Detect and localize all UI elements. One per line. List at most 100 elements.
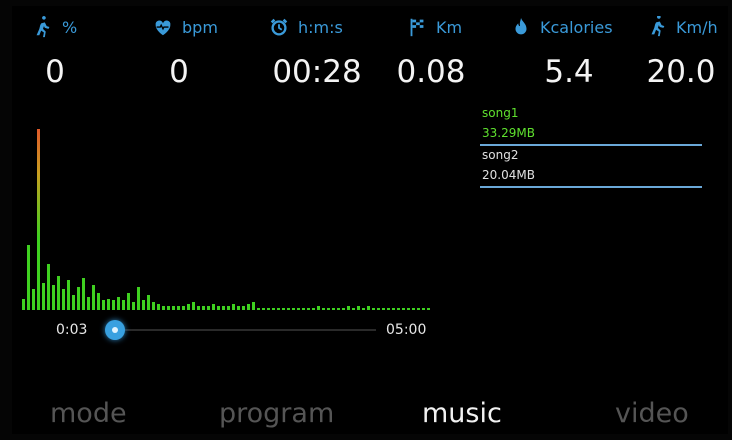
- spectrum-bar: [402, 308, 405, 310]
- spectrum-bar: [367, 306, 370, 310]
- spectrum-bar: [337, 308, 340, 310]
- spectrum-bar: [102, 300, 105, 310]
- spectrum-bar: [227, 306, 230, 310]
- spectrum-bar: [97, 293, 100, 310]
- spectrum-bar: [312, 308, 315, 310]
- spectrum-bar: [92, 285, 95, 310]
- total-time: 05:00: [386, 322, 427, 338]
- flame-icon: [515, 17, 527, 35]
- spectrum-bar: [167, 306, 170, 310]
- time-value: 00:28: [272, 54, 362, 90]
- spectrum-bar: [67, 280, 70, 310]
- speed-runner-icon: [651, 16, 665, 37]
- incline-label: %: [32, 14, 77, 40]
- spectrum-bar: [257, 308, 260, 310]
- current-time: 0:03: [56, 322, 88, 338]
- spectrum-bar: [322, 308, 325, 310]
- seek-bar-track[interactable]: [108, 329, 376, 331]
- spectrum-bar: [247, 304, 250, 310]
- spectrum-bar: [377, 308, 380, 310]
- spectrum-bar: [117, 297, 120, 310]
- distance-label: Km: [406, 14, 462, 40]
- stat-labels-row: % bpm h:m:s Km Kcalories Km/h: [12, 14, 728, 40]
- spectrum-bar: [242, 306, 245, 310]
- playlist-item-song1[interactable]: song1 33.29MB: [480, 104, 702, 146]
- tab-music[interactable]: music: [422, 394, 502, 434]
- song-title: song2: [482, 148, 519, 162]
- spectrum-bar: [307, 308, 310, 310]
- spectrum-bar: [192, 302, 195, 310]
- calories-label: Kcalories: [510, 14, 613, 40]
- spectrum-bar: [42, 283, 45, 310]
- tab-mode[interactable]: mode: [50, 394, 127, 434]
- spectrum-bar: [412, 308, 415, 310]
- spectrum-bar: [372, 308, 375, 310]
- spectrum-bar: [217, 306, 220, 310]
- song-size: 33.29MB: [482, 126, 535, 140]
- spectrum-bar: [427, 308, 430, 310]
- spectrum-bar: [157, 304, 160, 310]
- spectrum-bar: [122, 300, 125, 310]
- spectrum-bar: [262, 308, 265, 310]
- spectrum-bar: [272, 308, 275, 310]
- spectrum-bar: [212, 304, 215, 310]
- incline-unit: %: [62, 17, 78, 37]
- spectrum-bar: [82, 278, 85, 310]
- calories-value: 5.4: [544, 54, 594, 90]
- song-size: 20.04MB: [482, 168, 535, 182]
- seek-bar-thumb[interactable]: [105, 320, 125, 340]
- audio-spectrum-visualizer: [22, 120, 442, 310]
- spectrum-bar: [77, 287, 80, 310]
- heart-rate-icon: [155, 20, 171, 36]
- spectrum-bar: [252, 302, 255, 310]
- spectrum-bar: [47, 264, 50, 310]
- spectrum-bar: [407, 308, 410, 310]
- spectrum-bar: [387, 308, 390, 310]
- alarm-clock-icon: [270, 18, 288, 36]
- spectrum-bar: [197, 306, 200, 310]
- stat-values-row: 0 0 00:28 0.08 5.4 20.0: [12, 50, 728, 94]
- spectrum-bar: [87, 297, 90, 310]
- spectrum-bar: [202, 306, 205, 310]
- playlist: song1 33.29MB song2 20.04MB: [480, 104, 702, 188]
- heart-rate-unit: bpm: [182, 17, 218, 37]
- speed-value: 20.0: [646, 54, 716, 90]
- spectrum-bar: [362, 308, 365, 310]
- spectrum-bar: [297, 308, 300, 310]
- spectrum-bar: [107, 299, 110, 310]
- runner-icon: [36, 16, 50, 38]
- spectrum-bar: [277, 308, 280, 310]
- spectrum-bar: [22, 299, 25, 310]
- spectrum-bar: [382, 308, 385, 310]
- song-title: song1: [482, 106, 519, 120]
- spectrum-bar: [112, 300, 115, 310]
- spectrum-bar: [152, 302, 155, 310]
- distance-unit: Km: [436, 17, 463, 37]
- spectrum-bar: [187, 304, 190, 310]
- spectrum-bar: [147, 295, 150, 310]
- tab-program[interactable]: program: [219, 394, 334, 434]
- spectrum-bar: [142, 300, 145, 310]
- spectrum-bar: [72, 295, 75, 310]
- spectrum-bar: [422, 308, 425, 310]
- spectrum-bar: [182, 306, 185, 310]
- spectrum-bar: [162, 306, 165, 310]
- spectrum-bar: [32, 289, 35, 310]
- spectrum-bar: [267, 308, 270, 310]
- spectrum-bar: [62, 289, 65, 310]
- spectrum-bar: [222, 306, 225, 310]
- spectrum-bar: [207, 306, 210, 310]
- spectrum-bar: [392, 308, 395, 310]
- spectrum-bar: [327, 308, 330, 310]
- tab-video[interactable]: video: [615, 394, 689, 434]
- spectrum-bar: [397, 308, 400, 310]
- spectrum-bar: [352, 308, 355, 310]
- time-label: h:m:s: [268, 14, 343, 40]
- spectrum-bar: [232, 304, 235, 310]
- playlist-item-song2[interactable]: song2 20.04MB: [480, 146, 702, 188]
- spectrum-bar: [172, 306, 175, 310]
- spectrum-bar: [332, 308, 335, 310]
- spectrum-bar: [317, 306, 320, 310]
- speed-label: Km/h: [646, 14, 718, 40]
- spectrum-bar: [132, 302, 135, 310]
